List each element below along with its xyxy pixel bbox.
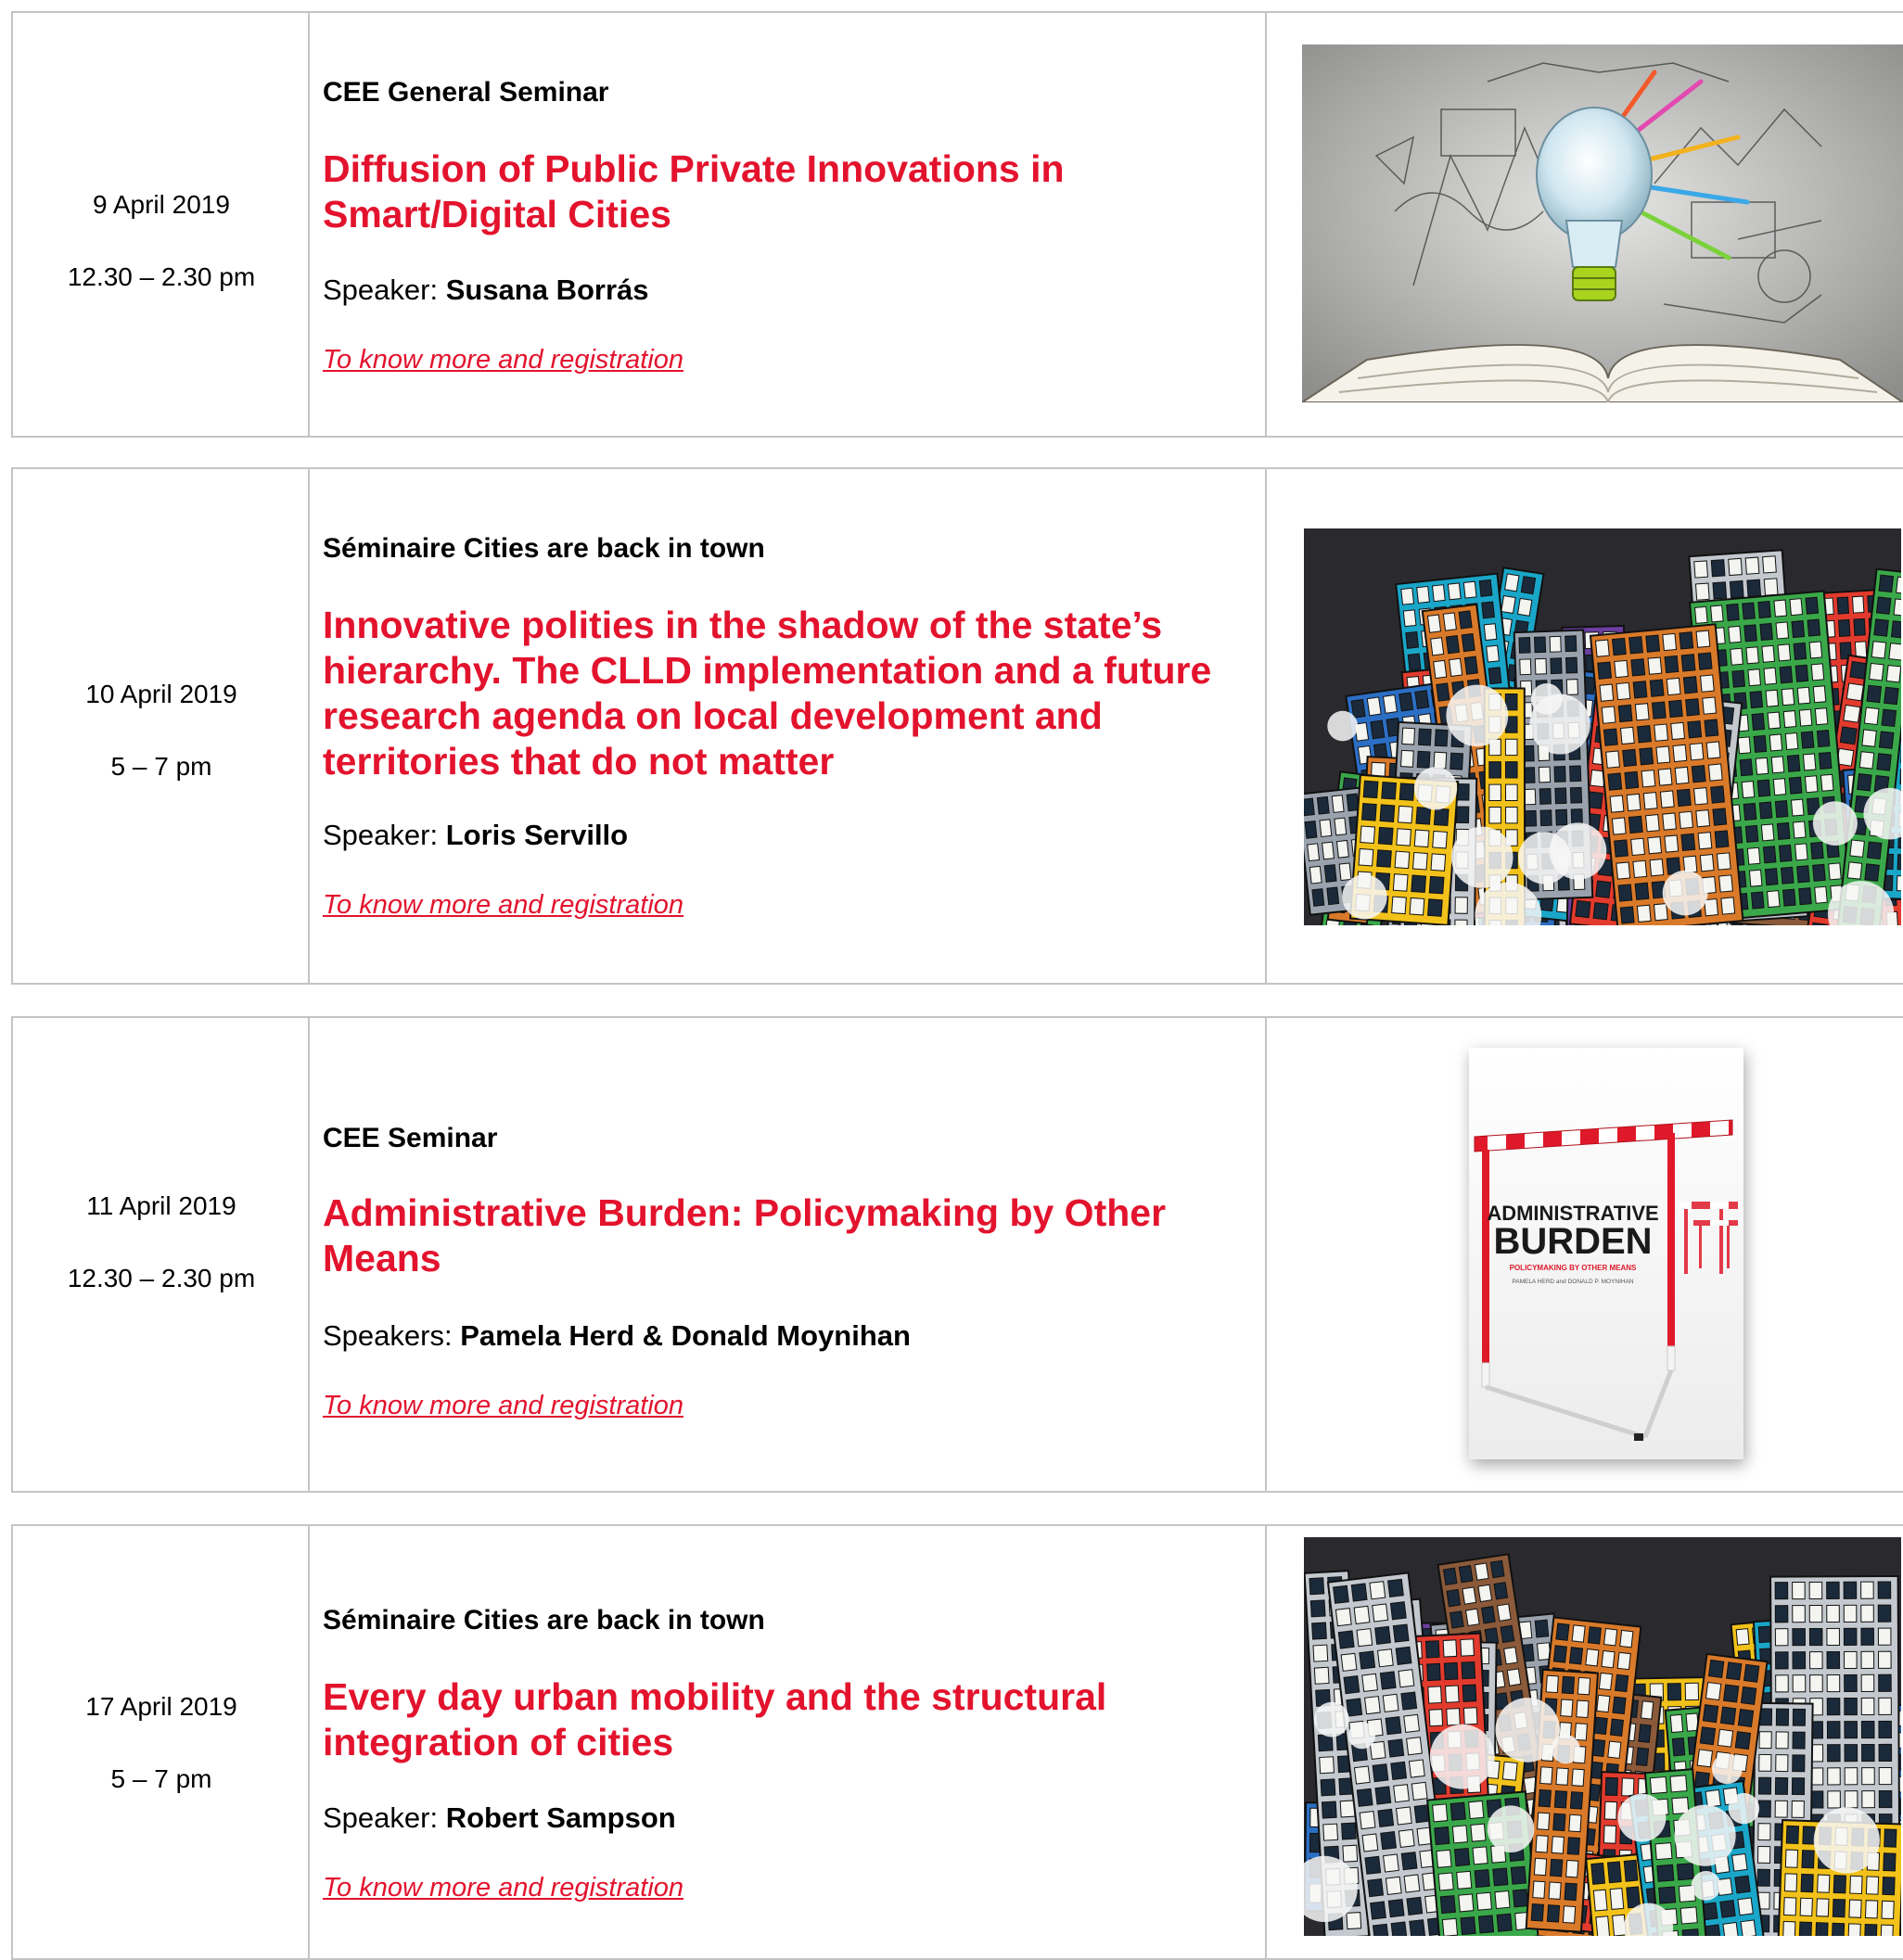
event-title-line: hierarchy. The CLLD implementation and a… — [323, 648, 1256, 694]
city-graffiti-image — [1304, 528, 1901, 925]
registration-link[interactable]: To know more and registration — [323, 1873, 683, 1903]
speaker-name: Susana Borrás — [446, 274, 649, 306]
lightbulb-sketch-book-image — [1302, 45, 1903, 402]
event-row: 10 April 2019 5 – 7 pm Séminaire Cities … — [11, 467, 1903, 985]
event-time: 5 – 7 pm — [13, 751, 310, 783]
speaker-name: Pamela Herd & Donald Moynihan — [460, 1319, 911, 1352]
event-image-cell — [1267, 469, 1903, 983]
speaker-label: Speaker: — [323, 274, 446, 306]
event-title-line: territories that do not matter — [323, 739, 1256, 784]
event-series: Séminaire Cities are back in town — [323, 1604, 1256, 1637]
speaker-name: Robert Sampson — [446, 1801, 676, 1834]
event-speaker: Speakers: Pamela Herd & Donald Moynihan — [323, 1318, 1256, 1354]
speaker-name: Loris Servillo — [446, 819, 628, 851]
registration-link-wrap: To know more and registration — [323, 888, 1256, 922]
event-title-line: Means — [323, 1236, 1256, 1281]
event-date-cell: 11 April 2019 12.30 – 2.30 pm — [13, 1018, 310, 1491]
event-title: Administrative Burden: Policymaking by O… — [323, 1190, 1256, 1281]
event-info-cell: CEE Seminar Administrative Burden: Polic… — [310, 1018, 1267, 1491]
registration-link[interactable]: To know more and registration — [323, 890, 683, 920]
registration-link-wrap: To know more and registration — [323, 1389, 1256, 1422]
speaker-label: Speaker: — [323, 1801, 446, 1834]
registration-link-wrap: To know more and registration — [323, 1871, 1256, 1904]
event-speaker: Speaker: Susana Borrás — [323, 273, 1256, 308]
registration-link-wrap: To know more and registration — [323, 343, 1256, 376]
event-row: 9 April 2019 12.30 – 2.30 pm CEE General… — [11, 11, 1903, 438]
event-date: 17 April 2019 — [13, 1691, 310, 1723]
event-series: Séminaire Cities are back in town — [323, 532, 1256, 566]
event-row: 17 April 2019 5 – 7 pm Séminaire Cities … — [11, 1524, 1903, 1960]
event-info-cell: Séminaire Cities are back in town Every … — [310, 1526, 1267, 1958]
event-date-cell: 17 April 2019 5 – 7 pm — [13, 1526, 310, 1958]
speaker-label: Speakers: — [323, 1319, 460, 1352]
event-image-cell — [1267, 13, 1903, 436]
event-row: 11 April 2019 12.30 – 2.30 pm CEE Semina… — [11, 1016, 1903, 1493]
event-speaker: Speaker: Loris Servillo — [323, 818, 1256, 853]
event-title-line: Diffusion of Public Private Innovations … — [323, 146, 1256, 192]
event-date-cell: 9 April 2019 12.30 – 2.30 pm — [13, 13, 310, 436]
registration-link[interactable]: To know more and registration — [323, 345, 683, 375]
event-title-line: Smart/Digital Cities — [323, 192, 1256, 237]
event-title-line: Innovative polities in the shadow of the… — [323, 603, 1256, 648]
event-series: CEE Seminar — [323, 1122, 1256, 1155]
event-title-line: Every day urban mobility and the structu… — [323, 1674, 1256, 1720]
event-image-cell — [1267, 1526, 1903, 1958]
event-date: 9 April 2019 — [13, 189, 310, 221]
event-title-line: integration of cities — [323, 1720, 1256, 1765]
event-series: CEE General Seminar — [323, 76, 1256, 109]
speaker-label: Speaker: — [323, 819, 446, 851]
event-speaker: Speaker: Robert Sampson — [323, 1801, 1256, 1836]
event-time: 12.30 – 2.30 pm — [13, 1263, 310, 1294]
event-title: Innovative polities in the shadow of the… — [323, 603, 1256, 784]
event-info-cell: CEE General Seminar Diffusion of Public … — [310, 13, 1267, 436]
event-info-cell: Séminaire Cities are back in town Innova… — [310, 469, 1267, 983]
event-date-cell: 10 April 2019 5 – 7 pm — [13, 469, 310, 983]
event-title: Diffusion of Public Private Innovations … — [323, 146, 1256, 237]
book-authors: PAMELA HERD and DONALD P. MOYNIHAN — [1512, 1279, 1634, 1285]
event-title-line: Administrative Burden: Policymaking by O… — [323, 1190, 1256, 1236]
event-image-cell: ADMINISTRATIVE BURDEN POLICYMAKING BY OT… — [1267, 1018, 1903, 1491]
book-title-big: BURDEN — [1493, 1221, 1652, 1262]
event-date: 10 April 2019 — [13, 679, 310, 710]
book-cover-image: ADMINISTRATIVE BURDEN POLICYMAKING BY OT… — [1469, 1048, 1743, 1459]
event-date: 11 April 2019 — [13, 1190, 310, 1222]
city-graffiti-image — [1304, 1537, 1901, 1936]
event-time: 5 – 7 pm — [13, 1763, 310, 1795]
book-subtitle: POLICYMAKING BY OTHER MEANS — [1510, 1264, 1637, 1272]
event-title-line: research agenda on local development and — [323, 694, 1256, 739]
event-title: Every day urban mobility and the structu… — [323, 1674, 1256, 1765]
registration-link[interactable]: To know more and registration — [323, 1391, 683, 1420]
event-time: 12.30 – 2.30 pm — [13, 261, 310, 293]
